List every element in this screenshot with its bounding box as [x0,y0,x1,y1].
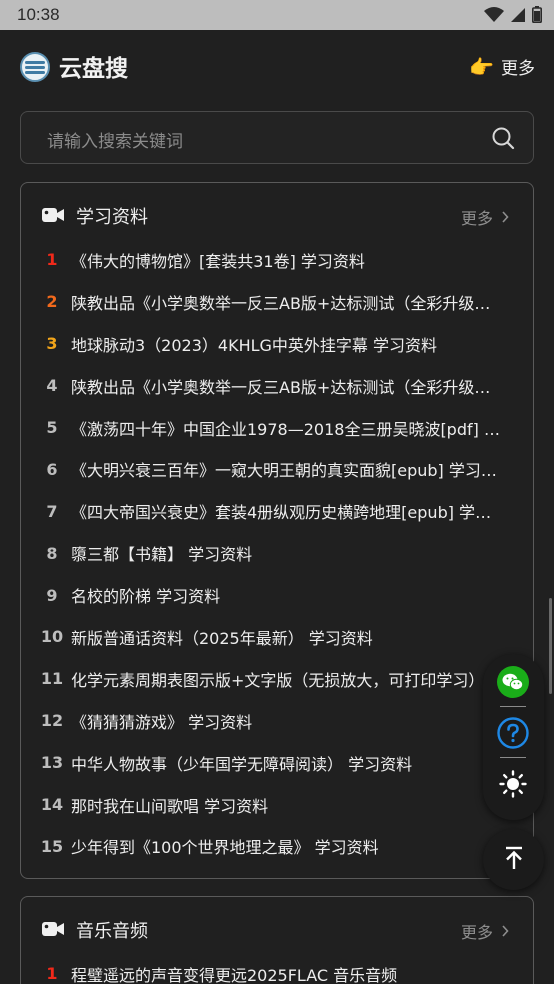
item-title: 地球脉动3（2023）4KHLG中英外挂字幕 学习资料 [71,335,438,355]
section-more-button[interactable]: 更多 [461,919,509,943]
list-item[interactable]: 9 名校的阶梯 学习资料 [21,574,533,616]
section-more-label: 更多 [460,209,493,228]
divider [500,757,526,758]
status-time: 10:38 [17,5,60,24]
list-item[interactable]: 4 陕教出品《小学奥数举一反三AB版+达标测试（全彩升级版）》 [21,365,533,407]
item-title: 《伟大的博物馆》[套装共31卷] 学习资料 [71,251,365,271]
list-item[interactable]: 13 中华人物故事（少年国学无障碍阅读） 学习资料 [21,742,533,784]
wifi-icon [484,6,504,27]
battery-icon [532,6,542,27]
app-title: 云盘搜 [59,56,128,82]
item-title: 化学元素周期表图示版+文字版（无损放大，可打印学习） [71,670,485,690]
item-title: 少年得到《100个世界地理之最》 学习资料 [71,838,379,858]
rank-number: 8 [46,543,58,563]
status-bar: 10:38 [0,0,554,30]
rank-number: 15 [40,836,64,856]
list-item[interactable]: 8 隳三都【书籍】 学习资料 [21,532,533,574]
section-header: 学习资料 更多 [21,183,533,247]
brightness-icon [499,770,527,802]
list-item[interactable]: 3 地球脉动3（2023）4KHLG中英外挂字幕 学习资料 [21,323,533,365]
list-item[interactable]: 7 《四大帝国兴衰史》套装4册纵观历史横跨地理[epub] 学习资料 [21,490,533,532]
video-camera-icon [42,921,64,941]
section-title: 学习资料 [76,207,148,228]
divider [500,706,526,707]
item-title: 《四大帝国兴衰史》套装4册纵观历史横跨地理[epub] 学习资料 [71,503,505,523]
item-title: 新版普通话资料（2025年最新） 学习资料 [71,628,373,648]
section-title: 音乐音频 [76,921,148,942]
rank-number: 7 [46,501,58,521]
rank-number: 3 [46,334,58,354]
rank-number: 14 [40,795,64,815]
section-more-button[interactable]: 更多 [461,205,509,229]
chevron-right-icon [501,208,509,227]
list-item[interactable]: 5 《激荡四十年》中国企业1978—2018全三册吴晓波[pdf] 学习资料 [21,407,533,449]
list-item[interactable]: 14 那时我在山间歌唱 学习资料 [21,784,533,826]
item-title: 《猜猜猜游戏》 学习资料 [71,712,253,732]
help-button[interactable] [496,717,530,753]
section-card-study: 学习资料 更多 1 《伟大的博物馆》[套装共31卷] 学习资料 2 陕教出品《小学奥… [20,182,534,879]
item-title: 陕教出品《小学奥数举一反三AB版+达标测试（全彩升级版）》 [71,293,505,313]
header-more-button[interactable]: 👉 更多 [469,54,535,80]
rank-number: 10 [40,627,64,647]
list-item[interactable]: 10 新版普通话资料（2025年最新） 学习资料 [21,616,533,658]
resource-list: 1 程璧遥远的声音变得更远2025FLAC 音乐音频 [21,953,533,984]
item-title: 程璧遥远的声音变得更远2025FLAC 音乐音频 [71,965,398,984]
scrollbar[interactable] [549,598,552,694]
rank-number: 11 [40,669,64,689]
item-title: 名校的阶梯 学习资料 [71,587,221,607]
video-camera-icon [42,207,64,227]
search-input[interactable]: 请输入搜索关键词 [20,111,534,164]
section-header: 音乐音频 更多 [21,897,533,961]
app-bar: 云盘搜 👉 更多 [0,30,554,102]
wechat-button[interactable] [496,666,530,702]
list-item[interactable]: 2 陕教出品《小学奥数举一反三AB版+达标测试（全彩升级版）》 [21,281,533,323]
list-item[interactable]: 1 程璧遥远的声音变得更远2025FLAC 音乐音频 [21,953,533,984]
rank-number: 13 [40,753,64,773]
back-to-top-button[interactable] [483,829,544,890]
floating-action-panel [483,654,544,820]
theme-toggle-button[interactable] [496,769,530,803]
rank-number: 9 [46,585,58,605]
rank-number: 1 [46,250,58,270]
chevron-right-icon [501,922,509,941]
rank-number: 6 [46,459,58,479]
section-card-music: 音乐音频 更多 1 程璧遥远的声音变得更远2025FLAC 音乐音频 [20,896,534,984]
status-icons [484,6,542,27]
list-item[interactable]: 15 少年得到《100个世界地理之最》 学习资料 [21,825,533,867]
list-item[interactable]: 11 化学元素周期表图示版+文字版（无损放大，可打印学习） [21,658,533,700]
back-to-top-icon [503,846,525,874]
signal-icon [510,7,526,27]
search-icon[interactable] [491,126,515,154]
header-more-label: 更多 [501,59,535,79]
wechat-icon [497,666,529,702]
search-placeholder: 请输入搜索关键词 [47,132,183,152]
section-more-label: 更多 [460,923,493,942]
item-title: 中华人物故事（少年国学无障碍阅读） 学习资料 [71,754,413,774]
help-icon [497,717,529,753]
item-title: 《激荡四十年》中国企业1978—2018全三册吴晓波[pdf] 学习资料 [71,419,505,439]
list-item[interactable]: 6 《大明兴衰三百年》一窥大明王朝的真实面貌[epub] 学习资料 [21,448,533,490]
rank-number: 1 [46,964,58,984]
item-title: 那时我在山间歌唱 学习资料 [71,796,269,816]
item-title: 陕教出品《小学奥数举一反三AB版+达标测试（全彩升级版）》 [71,377,505,397]
resource-list: 1 《伟大的博物馆》[套装共31卷] 学习资料 2 陕教出品《小学奥数举一反三AB版… [21,239,533,867]
pointing-hand-icon: 👉 [469,54,494,79]
list-item[interactable]: 1 《伟大的博物馆》[套装共31卷] 学习资料 [21,239,533,281]
rank-number: 5 [46,418,58,437]
rank-number: 4 [46,376,58,396]
list-item[interactable]: 12 《猜猜猜游戏》 学习资料 [21,700,533,742]
item-title: 《大明兴衰三百年》一窥大明王朝的真实面貌[epub] 学习资料 [71,461,505,481]
app-logo [20,52,50,82]
item-title: 隳三都【书籍】 学习资料 [71,545,253,565]
rank-number: 2 [46,292,58,312]
rank-number: 12 [40,711,64,731]
